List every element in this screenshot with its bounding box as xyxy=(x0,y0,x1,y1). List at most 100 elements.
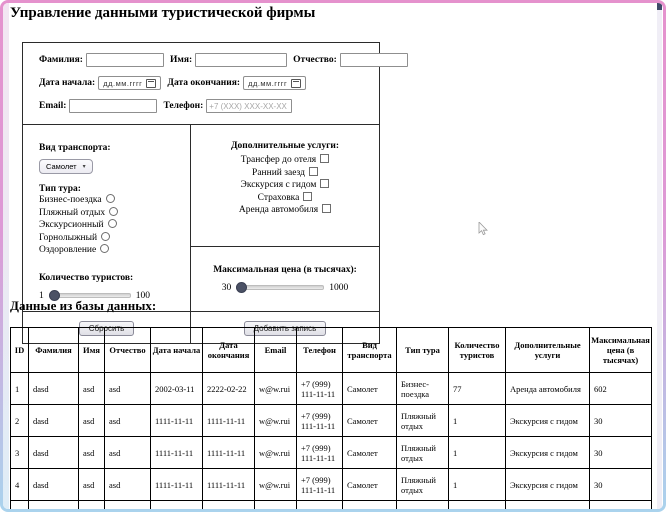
table-cell: 1111-11-11 xyxy=(150,404,203,437)
table-cell: asd xyxy=(104,436,151,469)
table-cell: Самолет xyxy=(342,436,397,469)
database-heading: Данные из базы данных: xyxy=(10,298,157,313)
email-input[interactable] xyxy=(69,99,158,113)
price-max: 1000 xyxy=(329,282,349,293)
services-section: Дополнительные услуги: Трансфер до отеля… xyxy=(191,125,379,247)
column-header: Отчество xyxy=(104,327,151,373)
tour-type-option[interactable]: Экскурсионный xyxy=(39,219,184,232)
transport-select[interactable]: Самолет ▾ xyxy=(39,159,93,174)
transport-selected-value: Самолет xyxy=(46,162,77,171)
table-cell: 1111-11-11 xyxy=(202,468,255,501)
price-slider-block: Максимальная цена (в тысячах): 30 1000 xyxy=(191,247,379,311)
tour-type-radio-group: Бизнес-поездка Пляжный отдых Экскурсионный… xyxy=(39,194,184,257)
table-cell: dasd xyxy=(28,468,79,501)
table-cell: dasd xyxy=(28,372,79,405)
table-row: 4 dasd asd asd 1111-11-11 1111-11-11 w@w.rui +7… xyxy=(10,468,652,501)
table-cell: 1 xyxy=(448,436,506,469)
tour-type-option[interactable]: Бизнес-поездка xyxy=(39,194,184,207)
scrollbar-thumb[interactable] xyxy=(657,3,662,10)
radio-icon[interactable] xyxy=(100,244,110,253)
table-cell: Пляжный отдых xyxy=(396,404,449,437)
table-cell: +7 (999) 111-11-11 xyxy=(296,468,343,501)
lastname-input[interactable] xyxy=(85,53,164,67)
table-cell: 77 xyxy=(448,372,506,405)
service-option[interactable]: Страховка xyxy=(199,191,371,205)
price-min: 30 xyxy=(221,282,232,293)
left-gutter xyxy=(3,3,9,509)
table-cell: Самолет xyxy=(342,500,397,509)
email-label: Email: xyxy=(39,101,67,111)
service-option[interactable]: Ранний заезд xyxy=(199,166,371,180)
firstname-input[interactable] xyxy=(195,53,288,67)
checkbox-icon[interactable] xyxy=(322,204,332,213)
radio-icon[interactable] xyxy=(109,206,119,216)
tour-type-option-label: Экскурсионный xyxy=(39,220,104,230)
table-cell: 1111-11-11 xyxy=(150,468,203,501)
table-row: 2 dasd asd asd 1111-11-11 1111-11-11 w@w.rui +7… xyxy=(10,404,652,437)
table-cell: dasd xyxy=(28,404,79,437)
service-option[interactable]: Трансфер до отеля xyxy=(199,154,371,167)
radio-icon[interactable] xyxy=(101,231,111,241)
start-date-input[interactable]: дд.мм.гггг xyxy=(98,76,162,90)
table-cell: Экскурсия с гидом xyxy=(505,404,590,437)
chevron-down-icon: ▾ xyxy=(82,164,86,170)
end-date-input[interactable]: дд.мм.гггг xyxy=(243,76,307,90)
tour-type-option[interactable]: Оздоровление xyxy=(39,244,184,257)
patronymic-label: Отчество: xyxy=(293,55,337,65)
page-title: Управление данными туристической фирмы xyxy=(10,5,316,21)
service-option-label: Ранний заезд xyxy=(252,167,305,178)
table-cell: asd xyxy=(78,404,105,437)
transport-label: Вид транспорта: xyxy=(39,143,111,153)
table-cell: w@w.rui xyxy=(254,372,297,405)
table-cell: 30 xyxy=(589,436,652,469)
table-cell: 1111-11-11 xyxy=(202,436,255,469)
services-checkbox-group: Трансфер до отеля Ранний заезд Экскурсия с… xyxy=(199,154,371,217)
table-cell: Аренда автомобиля xyxy=(505,372,590,405)
table-cell: asd xyxy=(78,468,105,501)
checkbox-icon[interactable] xyxy=(308,166,318,176)
tour-type-option[interactable]: Пляжный отдых xyxy=(39,206,184,220)
column-header: Дополнительные услуги xyxy=(505,327,590,373)
patronymic-input[interactable] xyxy=(339,53,408,67)
checkbox-icon[interactable] xyxy=(303,191,313,201)
table-cell: +7 (999) 111-11-11 xyxy=(296,436,343,469)
date-placeholder: дд.мм.гггг xyxy=(248,78,288,88)
table-cell: w@w.rui xyxy=(254,468,297,501)
calendar-icon[interactable] xyxy=(146,78,157,88)
services-label: Дополнительные услуги: xyxy=(230,141,340,151)
price-slider-thumb[interactable] xyxy=(236,282,248,293)
service-option-label: Экскурсия с гидом xyxy=(240,180,317,190)
column-header: Количество туристов xyxy=(448,327,506,373)
table-cell: 30 xyxy=(589,500,652,509)
service-option[interactable]: Экскурсия с гидом xyxy=(199,179,371,192)
table-cell: 1 xyxy=(10,372,29,405)
tour-type-option-label: Оздоровление xyxy=(39,245,97,255)
column-header: Дата начала xyxy=(150,327,203,373)
calendar-icon[interactable] xyxy=(291,78,302,88)
end-date-label: Дата окончания: xyxy=(167,78,241,88)
table-cell: Пляжный отдых xyxy=(396,468,449,501)
tour-type-option[interactable]: Горнолыжный xyxy=(39,231,184,245)
table-row: 5dasdasdasd1111-11-111111-11-11w@w.rui+7… xyxy=(10,500,652,509)
tour-type-option-label: Пляжный отдых xyxy=(39,207,106,218)
scrollbar-track[interactable] xyxy=(657,3,662,509)
table-cell: 1 xyxy=(448,468,506,501)
checkbox-icon[interactable] xyxy=(320,154,330,163)
table-cell: 30 xyxy=(589,404,652,437)
price-slider[interactable] xyxy=(236,282,325,293)
table-cell: asd xyxy=(104,404,151,437)
checkbox-icon[interactable] xyxy=(320,179,330,188)
table-cell: dasd xyxy=(28,436,79,469)
table-cell: +7 (999) 111-11-11 xyxy=(296,372,343,405)
table-cell: w@w.rui xyxy=(254,404,297,437)
phone-input[interactable] xyxy=(206,99,293,113)
table-cell: Бизнес-поездка xyxy=(396,372,449,405)
start-date-label: Дата начала: xyxy=(39,78,96,88)
table-cell: Самолет xyxy=(342,404,397,437)
radio-icon[interactable] xyxy=(107,219,117,228)
service-option[interactable]: Аренда автомобиля xyxy=(199,204,371,217)
phone-label: Телефон: xyxy=(163,101,204,111)
table-cell: Самолет xyxy=(342,372,397,405)
radio-icon[interactable] xyxy=(105,194,115,203)
column-header: ID xyxy=(10,327,29,373)
